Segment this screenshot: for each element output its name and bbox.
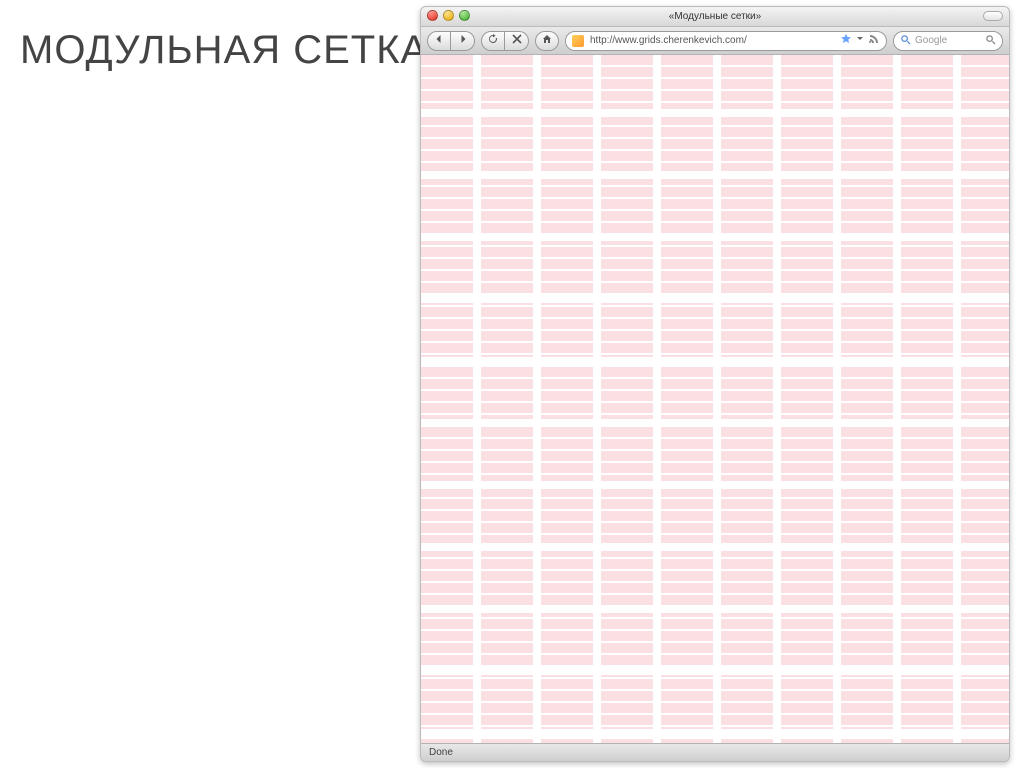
nav-buttons <box>427 31 475 51</box>
browser-toolbar: http://www.grids.cherenkevich.com/ Googl… <box>421 27 1009 55</box>
feed-icon[interactable] <box>868 33 880 48</box>
minimize-icon[interactable] <box>443 10 454 21</box>
back-button[interactable] <box>427 31 451 51</box>
close-icon[interactable] <box>427 10 438 21</box>
search-bar[interactable]: Google <box>893 31 1003 51</box>
address-bar[interactable]: http://www.grids.cherenkevich.com/ <box>565 31 887 51</box>
search-placeholder: Google <box>915 35 981 46</box>
status-bar: Done <box>421 743 1009 761</box>
window-title: «Модульные сетки» <box>669 11 761 22</box>
traffic-lights <box>427 10 470 21</box>
address-bar-right <box>840 33 880 48</box>
stop-icon <box>512 34 522 47</box>
home-button[interactable] <box>535 31 559 51</box>
browser-viewport <box>421 55 1009 743</box>
home-icon <box>542 34 552 47</box>
reload-stop-buttons <box>481 31 529 51</box>
zoom-icon[interactable] <box>459 10 470 21</box>
site-favicon-icon <box>572 35 584 47</box>
status-text: Done <box>429 747 453 758</box>
chevron-down-icon[interactable] <box>856 35 864 46</box>
toolbar-capsule-icon[interactable] <box>983 11 1003 21</box>
magnify-icon[interactable] <box>985 34 996 48</box>
page-title: МОДУЛЬНАЯ СЕТКА <box>20 28 428 73</box>
reload-icon <box>488 34 498 47</box>
browser-window: «Модульные сетки» <box>420 6 1010 762</box>
forward-button[interactable] <box>451 31 475 51</box>
window-titlebar: «Модульные сетки» <box>421 7 1009 27</box>
modular-grid-overlay <box>421 55 1009 743</box>
search-engine-icon <box>900 34 911 48</box>
reload-button[interactable] <box>481 31 505 51</box>
bookmark-star-icon[interactable] <box>840 33 852 48</box>
back-icon <box>434 34 444 47</box>
stop-button[interactable] <box>505 31 529 51</box>
url-text: http://www.grids.cherenkevich.com/ <box>590 35 834 46</box>
forward-icon <box>458 34 468 47</box>
